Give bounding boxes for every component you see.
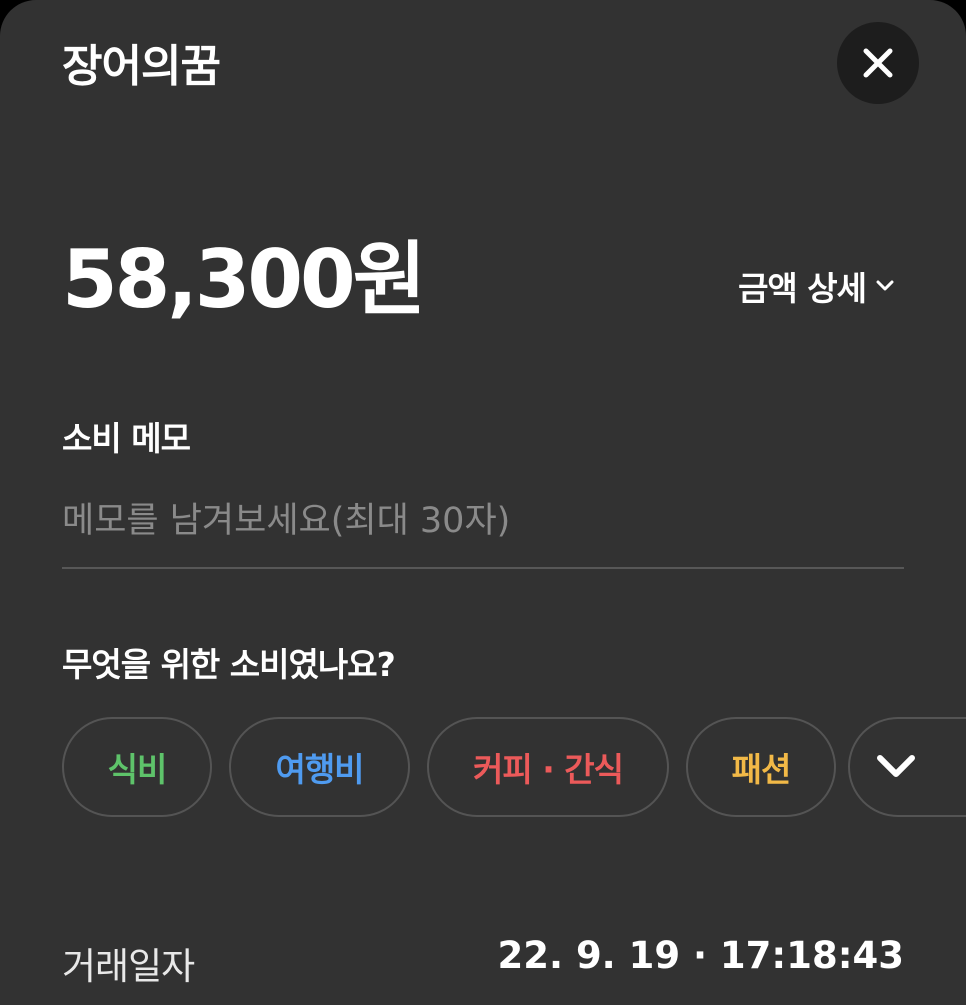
chevron-down-icon bbox=[877, 755, 915, 777]
category-chip-travel[interactable]: 여행비 bbox=[229, 717, 410, 817]
memo-input[interactable] bbox=[62, 486, 904, 556]
category-chip-food[interactable]: 식비 bbox=[62, 717, 212, 817]
memo-underline bbox=[62, 567, 904, 569]
category-chip-fashion[interactable]: 패션 bbox=[686, 717, 836, 817]
amount-detail-toggle[interactable]: 금액 상세 bbox=[738, 262, 894, 310]
transaction-amount: 58,300원 bbox=[62, 233, 426, 326]
amount-detail-label: 금액 상세 bbox=[738, 269, 867, 308]
close-icon bbox=[863, 48, 893, 78]
category-chip-list: 식비 여행비 커피 · 간식 패션 bbox=[62, 717, 836, 817]
transaction-date-value: 22. 9. 19 · 17:18:43 bbox=[497, 934, 904, 977]
memo-label: 소비 메모 bbox=[62, 419, 191, 458]
merchant-name: 장어의꿈 bbox=[62, 41, 221, 92]
transaction-detail-sheet: 장어의꿈 58,300원 금액 상세 소비 메모 무엇을 위한 소비였나요? 식… bbox=[0, 0, 966, 1005]
transaction-date-label: 거래일자 bbox=[62, 945, 195, 988]
category-chip-coffee-snack[interactable]: 커피 · 간식 bbox=[427, 717, 669, 817]
chevron-down-icon bbox=[876, 280, 894, 291]
category-question: 무엇을 위한 소비였나요? bbox=[62, 645, 396, 684]
close-button[interactable] bbox=[837, 22, 919, 104]
expand-categories-button[interactable] bbox=[848, 717, 966, 817]
